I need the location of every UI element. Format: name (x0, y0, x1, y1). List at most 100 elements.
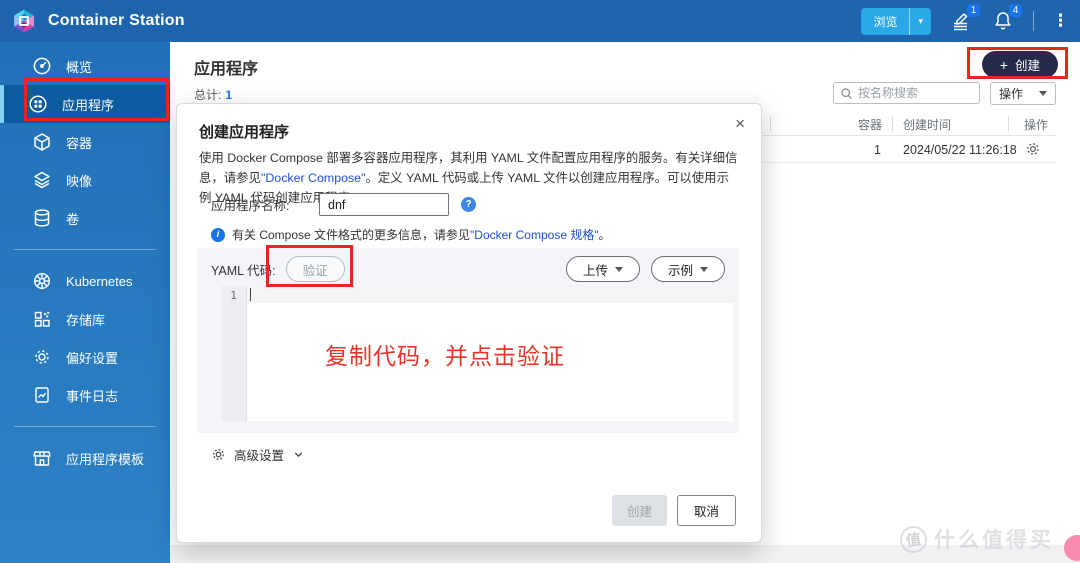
search-input[interactable] (858, 86, 968, 100)
total-count: 总计: 1 (194, 86, 232, 103)
column-header-created[interactable]: 创建时间 (903, 116, 951, 133)
application-name-row: 应用程序名称: ? (211, 193, 476, 216)
actions-dropdown-label: 操作 (999, 87, 1024, 101)
actions-dropdown[interactable]: 操作 (990, 82, 1056, 105)
sidebar-item-event-logs[interactable]: 事件日志 (0, 376, 170, 414)
topbar-actions: 浏览 ▾ 1 4 ⋮ (861, 4, 1069, 35)
total-value: 1 (225, 88, 233, 102)
sidebar-item-applications[interactable]: 应用程序 (0, 85, 170, 123)
advanced-settings-label: 高级设置 (234, 449, 285, 463)
info-text-part: 有关 Compose 文件格式的更多信息，请参见 (232, 228, 471, 242)
close-icon[interactable]: × (735, 115, 745, 132)
advanced-settings-toggle[interactable]: 高级设置 (211, 445, 305, 464)
column-divider (770, 116, 771, 131)
sidebar-item-label: 容器 (66, 135, 93, 151)
sidebar-item-label: 卷 (66, 211, 80, 227)
create-button-label: 创建 (1014, 59, 1040, 73)
column-header-containers[interactable]: 容器 (858, 116, 882, 133)
create-button[interactable]: + 创建 (981, 51, 1058, 78)
gear-icon (32, 347, 52, 367)
browse-button[interactable]: 浏览 ▾ (861, 7, 931, 35)
docker-compose-link[interactable]: "Docker Compose" (261, 171, 366, 185)
background-tasks-button[interactable]: 1 (949, 4, 980, 33)
validate-button-label: 验证 (302, 263, 328, 278)
column-divider (892, 116, 893, 131)
sidebar-item-label: Kubernetes (66, 273, 133, 289)
sidebar-item-containers[interactable]: 容器 (0, 123, 170, 161)
dialog-title: 创建应用程序 (199, 124, 290, 141)
line-number: 1 (230, 289, 237, 302)
editor-gutter: 1 (221, 286, 247, 421)
sidebar-item-label: 偏好设置 (66, 350, 119, 366)
database-icon (32, 208, 52, 228)
alerts-badge: 4 (1009, 4, 1022, 17)
validate-button[interactable]: 验证 (285, 256, 345, 282)
topbar-divider (1033, 11, 1034, 31)
search-box[interactable] (833, 82, 980, 104)
gauge-icon (32, 56, 52, 76)
upload-button-label: 上传 (582, 263, 608, 278)
chevron-down-icon (700, 266, 708, 272)
sidebar-item-label: 概览 (66, 59, 93, 75)
browse-caret-icon[interactable]: ▾ (909, 7, 931, 35)
chevron-down-icon (294, 452, 303, 458)
sidebar-item-images[interactable]: 映像 (0, 161, 170, 199)
yaml-code-label: YAML 代码: (211, 263, 276, 278)
upload-button[interactable]: 上传 (565, 256, 640, 282)
row-actions-gear-icon[interactable] (1025, 141, 1041, 157)
info-icon: i (211, 227, 225, 242)
search-icon (841, 87, 852, 99)
total-label: 总计: (194, 88, 222, 102)
sidebar-item-overview[interactable]: 概览 (0, 47, 170, 85)
chevron-down-icon (1039, 91, 1047, 96)
editor-cursor (250, 288, 251, 301)
yaml-toolbar: YAML 代码: 验证 上传 示例 (211, 254, 725, 284)
helm-wheel-icon (32, 271, 52, 291)
topbar: Container Station 浏览 ▾ 1 4 ⋮ (0, 0, 1080, 42)
cell-containers: 1 (874, 143, 881, 157)
gear-icon (213, 449, 224, 460)
more-menu-button[interactable]: ⋮ (1052, 11, 1069, 31)
log-document-icon (32, 385, 52, 405)
example-button[interactable]: 示例 (650, 256, 725, 282)
apps-grid-icon (28, 94, 48, 114)
cell-created: 2024/05/22 11:26:18 (903, 143, 1017, 157)
app-title: Container Station (48, 12, 185, 29)
sidebar-item-registries[interactable]: 存储库 (0, 300, 170, 338)
dialog-footer: 创建 取消 (611, 495, 736, 526)
sidebar-item-volumes[interactable]: 卷 (0, 199, 170, 237)
registry-icon (32, 309, 52, 329)
storefront-icon (32, 448, 52, 468)
yaml-section: YAML 代码: 验证 上传 示例 1 (197, 248, 739, 433)
sidebar-item-label: 应用程序 (62, 97, 115, 113)
dialog-cancel-button[interactable]: 取消 (676, 495, 736, 526)
tasks-badge: 1 (967, 4, 980, 17)
page-title: 应用程序 (194, 61, 259, 78)
yaml-code-editor[interactable]: 1 (221, 286, 733, 421)
sidebar-item-label: 事件日志 (66, 388, 119, 404)
application-name-input[interactable] (319, 193, 449, 216)
browse-button-label[interactable]: 浏览 (861, 8, 909, 35)
sidebar-item-label: 存储库 (66, 312, 106, 328)
info-text-part: 。 (598, 228, 611, 242)
sidebar-item-label: 应用程序模板 (66, 451, 145, 467)
create-application-dialog: 创建应用程序 × 使用 Docker Compose 部署多容器应用程序，其利用… (176, 103, 762, 543)
column-divider (1008, 116, 1009, 131)
chevron-down-icon (614, 266, 623, 272)
sidebar-item-kubernetes[interactable]: Kubernetes (0, 262, 170, 300)
sidebar-item-preferences[interactable]: 偏好设置 (0, 338, 170, 376)
cube-icon (32, 132, 52, 152)
help-icon[interactable]: ? (461, 197, 476, 212)
dialog-create-button[interactable]: 创建 (611, 495, 667, 526)
sidebar-item-app-templates[interactable]: 应用程序模板 (0, 439, 170, 477)
layers-icon (32, 170, 52, 190)
example-button-label: 示例 (667, 263, 693, 278)
plus-icon: + (999, 56, 1008, 73)
notifications-button[interactable]: 4 (991, 4, 1022, 33)
column-header-actions: 操作 (1024, 118, 1049, 132)
compose-info-row: i 有关 Compose 文件格式的更多信息，请参见"Docker Compos… (211, 226, 611, 243)
docker-compose-spec-link[interactable]: "Docker Compose 规格" (470, 228, 599, 242)
page-bottom-strip (170, 545, 1080, 563)
editor-code-area[interactable] (247, 286, 733, 421)
application-name-label: 应用程序名称: (211, 199, 290, 213)
